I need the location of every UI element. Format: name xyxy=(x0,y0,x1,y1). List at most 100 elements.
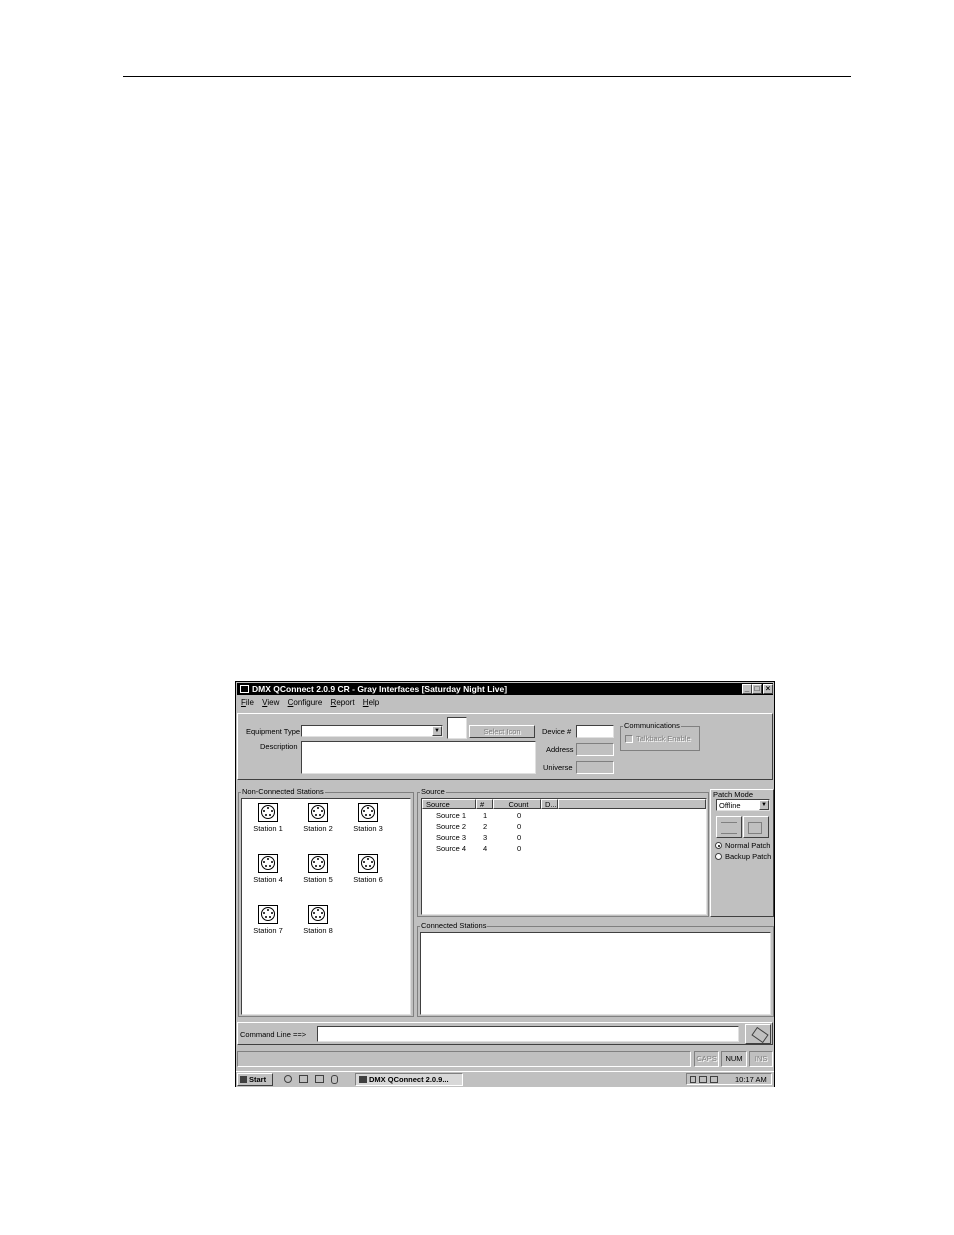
app-icon xyxy=(240,685,249,693)
talkback-label: Talkback Enable xyxy=(636,734,691,743)
execute-button[interactable] xyxy=(745,1024,771,1044)
station-1[interactable]: Station 1 xyxy=(246,803,290,833)
email-icon[interactable] xyxy=(315,1075,324,1083)
channel-icon[interactable] xyxy=(331,1075,338,1084)
row-count: 0 xyxy=(517,833,522,842)
select-icon-button[interactable]: Select Icon xyxy=(469,725,535,738)
address-field xyxy=(576,743,614,756)
patch-list-button[interactable] xyxy=(716,816,742,838)
talkback-checkbox[interactable] xyxy=(625,735,633,743)
device-label: Device # xyxy=(542,727,572,736)
display-icon[interactable] xyxy=(710,1076,718,1083)
table-row[interactable]: Source 4 xyxy=(436,843,466,854)
minimize-button[interactable]: _ xyxy=(742,684,752,694)
non-connected-list[interactable]: Station 1 Station 2 Station 3 Station 4 … xyxy=(241,798,411,1015)
col-filler xyxy=(558,799,706,809)
menu-view[interactable]: View xyxy=(262,696,279,709)
menu-report[interactable]: Report xyxy=(331,696,355,709)
page-top-rule xyxy=(123,76,851,77)
equipment-panel: Equipment Type ▼ Select Icon Description… xyxy=(237,713,773,780)
menu-configure[interactable]: Configure xyxy=(288,696,323,709)
command-line-input[interactable] xyxy=(317,1026,739,1042)
table-row[interactable]: Source 2 xyxy=(436,821,466,832)
source-group: Source Source # Count D... Source 1 1 0 … xyxy=(417,787,709,917)
dmx-connector-icon xyxy=(258,803,278,822)
patch-list-icon xyxy=(721,822,737,834)
menu-bar: File View Configure Report Help xyxy=(238,696,774,709)
clock[interactable]: 10:17 AM xyxy=(735,1075,767,1084)
app-task-icon xyxy=(359,1076,367,1083)
device-field[interactable] xyxy=(576,725,614,738)
close-button[interactable]: × xyxy=(763,684,773,694)
dmx-connector-icon xyxy=(308,854,328,873)
universe-field xyxy=(576,761,614,774)
speaker-icon[interactable] xyxy=(690,1076,696,1083)
station-6[interactable]: Station 6 xyxy=(346,854,390,884)
chevron-down-icon[interactable]: ▼ xyxy=(759,800,769,810)
col-count[interactable]: Count xyxy=(493,799,541,809)
menu-help[interactable]: Help xyxy=(363,696,379,709)
command-panel: Command Line ==> xyxy=(237,1022,773,1045)
station-3[interactable]: Station 3 xyxy=(346,803,390,833)
row-count: 0 xyxy=(517,844,522,853)
non-connected-group: Non-Connected Stations Station 1 Station… xyxy=(238,787,414,1017)
chevron-down-icon[interactable]: ▼ xyxy=(432,726,442,736)
source-label: Source xyxy=(420,787,446,796)
normal-patch-label: Normal Patch xyxy=(725,841,771,850)
task-button-qconnect[interactable]: DMX QConnect 2.0.9... xyxy=(355,1073,463,1086)
table-row[interactable]: Source 3 xyxy=(436,832,466,843)
station-5[interactable]: Station 5 xyxy=(296,854,340,884)
patch-mode-select[interactable]: Offline ▼ xyxy=(716,799,770,811)
dmx-connector-icon xyxy=(308,803,328,822)
row-number: 3 xyxy=(483,833,488,842)
station-4[interactable]: Station 4 xyxy=(246,854,290,884)
menu-file[interactable]: File xyxy=(241,696,254,709)
equipment-type-label: Equipment Type xyxy=(246,727,301,736)
title-bar[interactable]: DMX QConnect 2.0.9 CR - Gray Interfaces … xyxy=(237,683,773,695)
col-d[interactable]: D... xyxy=(541,799,558,809)
start-button[interactable]: Start xyxy=(237,1073,273,1086)
command-line-label: Command Line ==> xyxy=(240,1030,307,1039)
ins-indicator: INS xyxy=(749,1051,773,1067)
source-list[interactable]: Source # Count D... Source 1 1 0 Source … xyxy=(421,798,707,915)
caps-indicator: CAPS xyxy=(694,1051,719,1067)
window-title: DMX QConnect 2.0.9 CR - Gray Interfaces … xyxy=(252,684,508,694)
station-7[interactable]: Station 7 xyxy=(246,905,290,935)
col-number[interactable]: # xyxy=(476,799,493,809)
patch-edit-icon xyxy=(748,822,762,834)
description-field[interactable] xyxy=(301,741,536,774)
status-message xyxy=(237,1051,691,1067)
address-label: Address xyxy=(546,745,574,754)
col-source[interactable]: Source xyxy=(422,799,476,809)
patch-mode-panel: Patch Mode Offline ▼ Normal Patch Backup… xyxy=(710,789,774,917)
patch-edit-button[interactable] xyxy=(743,816,769,838)
backup-patch-label: Backup Patch xyxy=(725,852,772,861)
app-window: DMX QConnect 2.0.9 CR - Gray Interfaces … xyxy=(235,681,775,1087)
connected-group: Connected Stations xyxy=(417,921,774,1017)
row-number: 2 xyxy=(483,822,488,831)
universe-label: Universe xyxy=(543,763,573,772)
browser-icon[interactable] xyxy=(284,1075,292,1083)
communications-label: Communications xyxy=(623,721,681,730)
row-count: 0 xyxy=(517,822,522,831)
row-number: 1 xyxy=(483,811,488,820)
description-label: Description xyxy=(260,742,298,751)
normal-patch-radio[interactable] xyxy=(715,842,722,849)
pen-icon xyxy=(751,1026,769,1044)
station-2[interactable]: Station 2 xyxy=(296,803,340,833)
taskbar: Start DMX QConnect 2.0.9... 10:17 AM xyxy=(236,1071,774,1087)
communications-group: Communications Talkback Enable xyxy=(620,721,700,751)
connected-list[interactable] xyxy=(420,932,771,1015)
maximize-button[interactable]: □ xyxy=(752,684,762,694)
system-tray: 10:17 AM xyxy=(686,1073,772,1085)
network-icon[interactable] xyxy=(699,1076,707,1083)
backup-patch-radio[interactable] xyxy=(715,853,722,860)
table-row[interactable]: Source 1 xyxy=(436,810,466,821)
status-bar: CAPS NUM INS xyxy=(237,1051,773,1067)
dmx-connector-icon xyxy=(258,854,278,873)
desktop-icon[interactable] xyxy=(299,1075,308,1083)
icon-preview xyxy=(447,717,467,739)
non-connected-label: Non-Connected Stations xyxy=(241,787,325,796)
station-8[interactable]: Station 8 xyxy=(296,905,340,935)
equipment-type-select[interactable]: ▼ xyxy=(301,725,443,737)
